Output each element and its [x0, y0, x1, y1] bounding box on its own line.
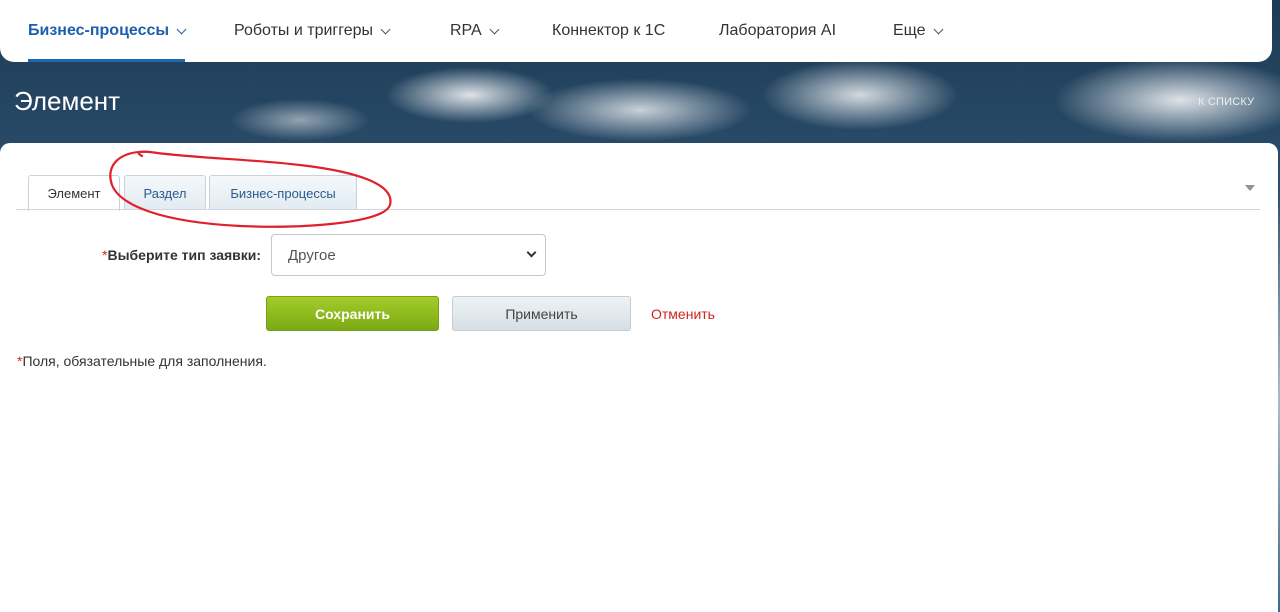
nav-item-1c-connector[interactable]: Коннектор к 1С — [552, 0, 665, 62]
nav-item-robots-triggers[interactable]: Роботы и триггеры — [234, 0, 391, 62]
chevron-down-icon — [380, 24, 391, 34]
cancel-link[interactable]: Отменить — [651, 306, 715, 322]
nav-item-label: Роботы и триггеры — [234, 22, 374, 39]
request-type-select[interactable]: Другое — [271, 234, 546, 276]
save-button[interactable]: Сохранить — [266, 296, 439, 331]
nav-item-label: RPA — [450, 22, 482, 39]
tabs-divider — [16, 209, 1260, 210]
tab-label: Элемент — [47, 186, 101, 201]
page-title: Элемент — [14, 86, 121, 116]
required-fields-note-text: Поля, обязательные для заполнения. — [22, 353, 267, 369]
tab-section[interactable]: Раздел — [124, 175, 206, 210]
chevron-down-icon — [933, 24, 944, 34]
nav-item-ai-lab[interactable]: Лаборатория AI — [719, 0, 836, 62]
tab-label: Раздел — [143, 185, 187, 201]
nav-item-label: Лаборатория AI — [719, 22, 837, 39]
request-type-label: *Выберите тип заявки: — [102, 247, 261, 263]
request-type-label-text: Выберите тип заявки: — [107, 247, 262, 263]
nav-item-label: Бизнес-процессы — [28, 22, 170, 39]
tab-element[interactable]: Элемент — [28, 175, 120, 211]
tab-label: Бизнес-процессы — [230, 185, 336, 201]
nav-item-business-processes[interactable]: Бизнес-процессы — [28, 0, 187, 62]
back-to-list-link[interactable]: К СПИСКУ — [1198, 96, 1254, 108]
nav-item-rpa[interactable]: RPA — [450, 0, 500, 62]
chevron-down-icon — [526, 247, 537, 258]
required-fields-note: *Поля, обязательные для заполнения. — [17, 353, 267, 369]
tab-business-processes[interactable]: Бизнес-процессы — [209, 175, 357, 210]
top-navigation: Бизнес-процессы Роботы и триггеры RPA Ко… — [0, 0, 1272, 62]
request-type-value: Другое — [288, 246, 336, 264]
nav-item-label: Коннектор к 1С — [552, 22, 666, 39]
chevron-down-icon — [489, 24, 500, 34]
nav-item-more[interactable]: Еще — [893, 0, 944, 62]
element-form-panel: Элемент Раздел Бизнес-процессы *Выберите… — [0, 143, 1278, 612]
collapse-triangle-icon[interactable] — [1245, 185, 1255, 191]
nav-item-label: Еще — [893, 22, 926, 39]
chevron-down-icon — [176, 24, 187, 34]
apply-button[interactable]: Применить — [452, 296, 631, 331]
